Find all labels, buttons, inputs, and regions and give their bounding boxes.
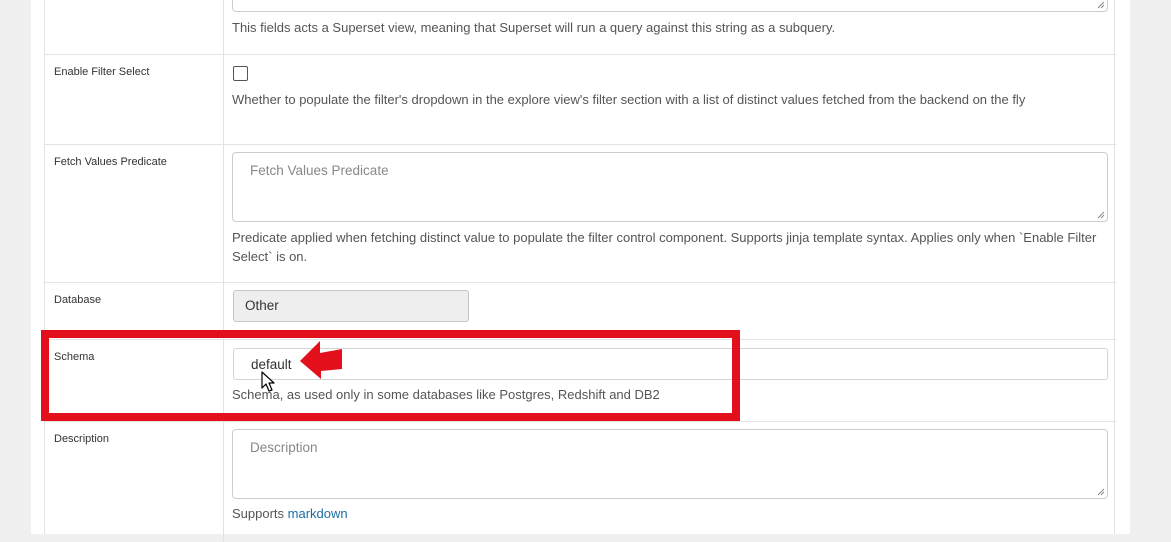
description-row: Description Description Supports markdow… [45, 422, 1116, 542]
sql-help-text: This fields acts a Superset view, meanin… [232, 20, 836, 35]
resize-grip-icon[interactable] [1096, 487, 1105, 496]
form-table: This fields acts a Superset view, meanin… [44, 0, 1116, 542]
fetch-values-help: Predicate applied when fetching distinct… [232, 230, 1097, 264]
description-label: Description [54, 433, 110, 445]
sql-row: This fields acts a Superset view, meanin… [45, 0, 1116, 55]
database-select[interactable]: Other [233, 290, 469, 322]
fetch-values-placeholder: Fetch Values Predicate [250, 163, 389, 178]
description-placeholder: Description [250, 440, 318, 455]
database-label: Database [54, 294, 102, 306]
schema-highlight-box [41, 330, 740, 421]
description-help-prefix: Supports [232, 506, 285, 521]
resize-grip-icon[interactable] [1096, 210, 1105, 219]
description-help: Supports markdown [232, 504, 1107, 523]
filter-select-label: Enable Filter Select [54, 66, 150, 78]
fetch-values-label: Fetch Values Predicate [54, 156, 167, 168]
resize-grip-icon[interactable] [1096, 0, 1105, 9]
fetch-values-row: Fetch Values Predicate Fetch Values Pred… [45, 145, 1116, 283]
description-textarea[interactable]: Description [232, 429, 1108, 499]
fetch-values-textarea[interactable]: Fetch Values Predicate [232, 152, 1108, 222]
red-arrow-icon [300, 341, 342, 379]
filter-select-checkbox[interactable] [233, 66, 248, 81]
sql-textarea[interactable] [232, 0, 1108, 12]
database-value: Other [245, 298, 279, 313]
filter-select-row: Enable Filter Select Whether to populate… [45, 55, 1116, 145]
filter-select-help: Whether to populate the filter's dropdow… [232, 92, 1026, 107]
markdown-link[interactable]: markdown [288, 506, 348, 521]
mouse-cursor-icon [261, 371, 275, 392]
